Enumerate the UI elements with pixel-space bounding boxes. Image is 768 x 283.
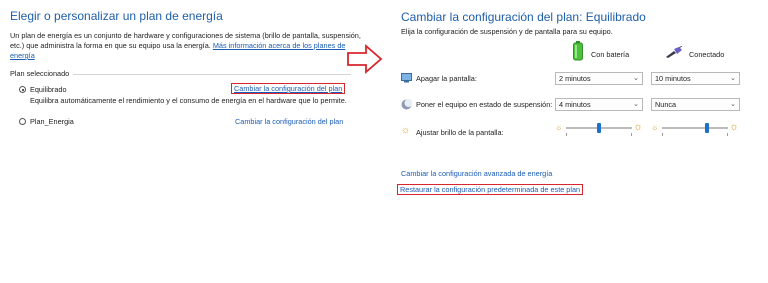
chevron-down-icon: ⌄ — [730, 75, 736, 82]
restore-defaults-link[interactable]: Restaurar la configuración predeterminad… — [400, 185, 580, 194]
arrow-right-icon — [347, 44, 383, 74]
sleep-moon-icon — [401, 99, 412, 110]
brightness-plugged-slider[interactable] — [662, 121, 728, 136]
select-value: 10 minutos — [655, 74, 691, 83]
restore-defaults-link-highlighted[interactable]: Restaurar la configuración predeterminad… — [397, 184, 584, 195]
plan-name-plan-energia[interactable]: Plan_Energia — [30, 117, 74, 126]
column-header-battery: Con batería — [591, 50, 630, 59]
battery-icon — [573, 41, 583, 61]
plan-settings-subtitle: Elija la configuración de suspensión y d… — [401, 27, 613, 36]
plan-name-equilibrado[interactable]: Equilibrado — [30, 85, 67, 94]
plug-icon — [666, 46, 683, 58]
display-off-plugged-select[interactable]: 10 minutos ⌄ — [651, 72, 740, 85]
slider-thumb[interactable] — [705, 123, 709, 133]
slider-tick — [566, 133, 567, 136]
plan-radio-plan-energia[interactable] — [19, 118, 26, 125]
display-off-battery-select[interactable]: 2 minutos ⌄ — [555, 72, 643, 85]
brightness-sun-icon: ☼ — [401, 125, 411, 136]
slider-tick — [631, 133, 632, 136]
brightness-low-icon: ☼ — [651, 123, 659, 132]
column-header-plugged: Conectado — [689, 50, 725, 59]
slider-track — [662, 127, 728, 129]
brightness-battery-slider[interactable] — [566, 121, 632, 136]
description-line-2: etc.) que administra la forma en que su … — [10, 41, 211, 50]
row-label-brightness: Ajustar brillo de la pantalla: — [416, 128, 504, 137]
sleep-plugged-select[interactable]: Nunca ⌄ — [651, 98, 740, 111]
select-value: 4 minutos — [559, 100, 591, 109]
brightness-high-icon: ☼ — [633, 121, 644, 133]
select-value: 2 minutos — [559, 74, 591, 83]
plan-description: Equilibra automáticamente el rendimiento… — [30, 96, 347, 105]
advanced-settings-link[interactable]: Cambiar la configuración avanzada de ene… — [401, 169, 552, 178]
sleep-battery-select[interactable]: 4 minutos ⌄ — [555, 98, 643, 111]
brightness-high-icon: ☼ — [729, 121, 740, 133]
row-label-sleep: Poner el equipo en estado de suspensión: — [416, 100, 553, 109]
slider-tick — [662, 133, 663, 136]
change-plan-settings-link[interactable]: Cambiar la configuración del plan — [234, 84, 342, 93]
select-value: Nunca — [655, 100, 677, 109]
plan-settings-title: Cambiar la configuración del plan: Equil… — [401, 10, 646, 24]
description-line-1: Un plan de energía es un conjunto de har… — [10, 31, 361, 40]
more-info-link-cont[interactable]: energía — [10, 51, 35, 60]
plan-radio-equilibrado[interactable] — [19, 86, 26, 93]
page-title: Elegir o personalizar un plan de energía — [10, 9, 223, 23]
chevron-down-icon: ⌄ — [633, 101, 639, 108]
section-label: Plan seleccionado — [10, 69, 70, 78]
slider-tick — [727, 133, 728, 136]
chevron-down-icon: ⌄ — [730, 101, 736, 108]
chevron-down-icon: ⌄ — [633, 75, 639, 82]
more-info-link[interactable]: Más información acerca de los planes de — [213, 41, 346, 50]
change-plan-settings-link-2[interactable]: Cambiar la configuración del plan — [235, 117, 343, 126]
monitor-icon — [401, 73, 412, 83]
change-plan-settings-link-highlighted[interactable]: Cambiar la configuración del plan — [231, 83, 346, 94]
slider-thumb[interactable] — [597, 123, 601, 133]
brightness-low-icon: ☼ — [555, 123, 563, 132]
row-label-display-off: Apagar la pantalla: — [416, 74, 477, 83]
section-divider — [73, 74, 351, 75]
